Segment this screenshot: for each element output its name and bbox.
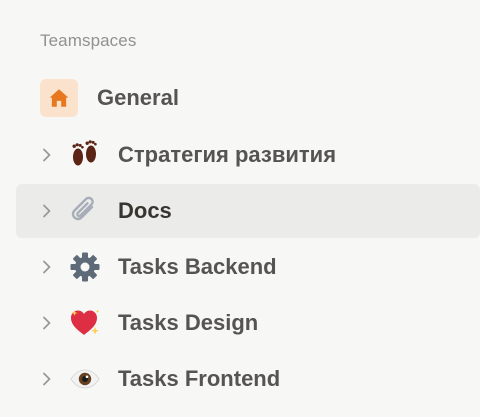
chevron-right-icon[interactable]	[40, 148, 54, 162]
eye-icon	[68, 362, 102, 396]
chevron-right-icon[interactable]	[40, 260, 54, 274]
home-icon	[40, 79, 78, 117]
chevron-right-icon[interactable]	[40, 204, 54, 218]
sidebar-item-label: Tasks Design	[118, 310, 259, 335]
sparkling-heart-icon	[68, 306, 102, 340]
sidebar-item-strategy[interactable]: Стратегия развития	[16, 128, 480, 182]
sidebar-item-label: Docs	[118, 198, 172, 223]
sidebar-item-tasks-backend[interactable]: Tasks Backend	[16, 240, 480, 294]
chevron-right-icon[interactable]	[40, 316, 54, 330]
sidebar-item-label: Tasks Backend	[118, 254, 277, 279]
sidebar-item-tasks-design[interactable]: Tasks Design	[16, 296, 480, 350]
paperclip-icon	[68, 194, 102, 228]
chevron-right-icon[interactable]	[40, 372, 54, 386]
sidebar-item-tasks-frontend[interactable]: Tasks Frontend	[16, 352, 480, 406]
teamspaces-section-label: Teamspaces	[40, 31, 137, 50]
teamspaces-sidebar: Teamspaces General Стратегия развития Do…	[0, 0, 480, 417]
sidebar-item-general[interactable]: General	[16, 71, 480, 125]
gear-icon	[68, 250, 102, 284]
sidebar-item-label: Tasks Frontend	[118, 366, 281, 391]
sidebar-item-label: Стратегия развития	[118, 142, 337, 167]
sidebar-item-label: General	[97, 85, 179, 110]
footprints-icon	[68, 138, 102, 172]
sidebar-item-docs[interactable]: Docs	[16, 184, 480, 238]
